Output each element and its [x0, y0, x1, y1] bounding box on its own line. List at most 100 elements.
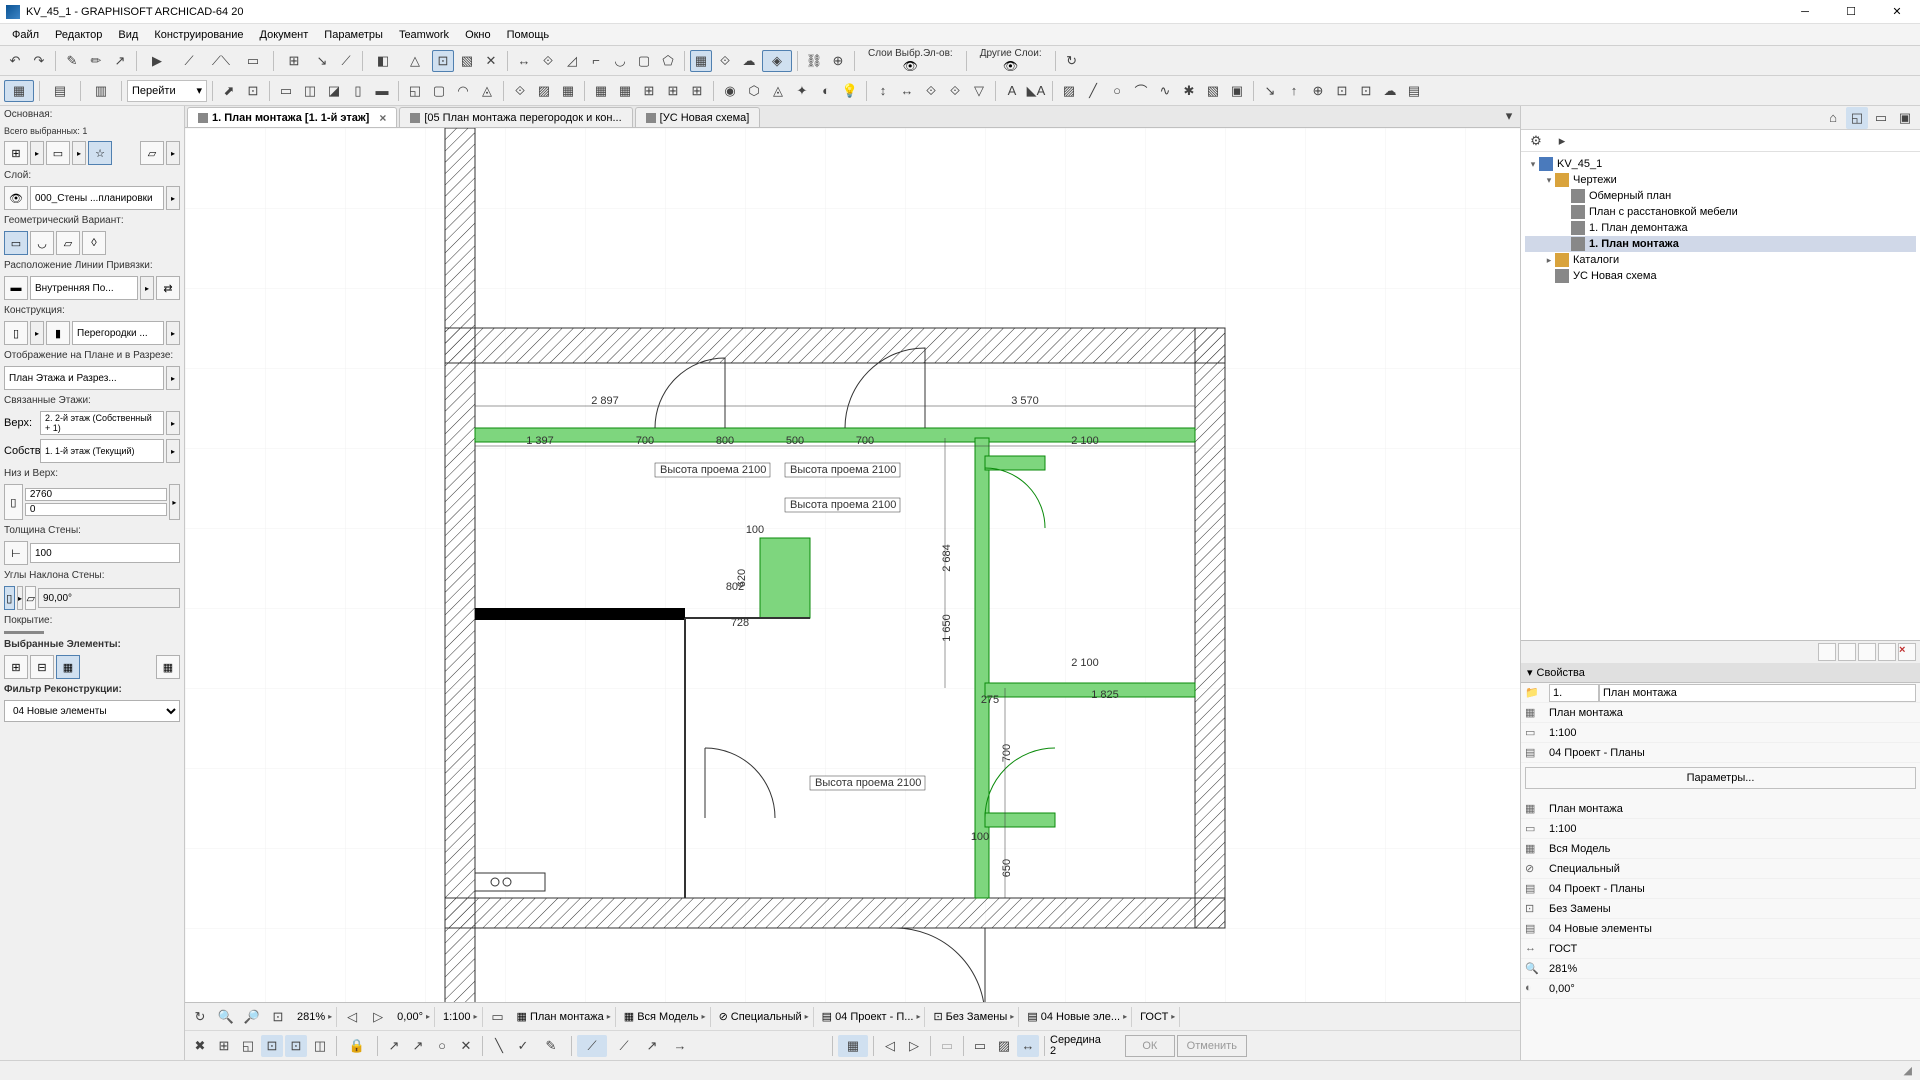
height-icon[interactable]: ▯	[4, 484, 23, 520]
lamp2-icon[interactable]: 💡	[839, 80, 861, 102]
undo-icon[interactable]: ↶	[4, 50, 26, 72]
section2-icon[interactable]: ↘	[1259, 80, 1281, 102]
construction-dropdown[interactable]: Перегородки ...	[72, 321, 164, 345]
ie-icon[interactable]: ⊕	[1307, 80, 1329, 102]
sb-icon1[interactable]: ▭	[487, 1006, 509, 1028]
tab-us[interactable]: [УС Новая схема]	[635, 107, 761, 127]
pointer-icon[interactable]: ⬈	[218, 80, 240, 102]
tree-item[interactable]: ▾KV_45_1	[1525, 156, 1916, 172]
snap2-icon[interactable]: ⟋	[335, 50, 357, 72]
prop-btn-1[interactable]	[1818, 643, 1836, 661]
menu-window[interactable]: Окно	[457, 26, 499, 44]
menu-edit[interactable]: Редактор	[47, 26, 110, 44]
menu-file[interactable]: Файл	[4, 26, 47, 44]
tree-item[interactable]: 1. План демонтажа	[1525, 220, 1916, 236]
se-1[interactable]: ⊞	[4, 655, 28, 679]
ruler-icon[interactable]: ⟐	[537, 50, 559, 72]
align-2[interactable]: ▭	[969, 1035, 991, 1057]
tab-plan-montazh[interactable]: 1. План монтажа [1. 1-й этаж] ×	[187, 107, 397, 127]
snap-mid[interactable]: ⟋	[577, 1035, 607, 1057]
level-icon[interactable]: ▽	[968, 80, 990, 102]
detail-icon[interactable]: ✕	[480, 50, 502, 72]
menu-design[interactable]: Конструирование	[146, 26, 251, 44]
figure-icon[interactable]: ▧	[1202, 80, 1224, 102]
eye2-icon[interactable]: 👁	[976, 59, 1046, 73]
refline-dropdown[interactable]: Внутренняя По...	[30, 276, 138, 300]
layer-icon[interactable]: ▦	[690, 50, 712, 72]
input-mode1[interactable]: ▦	[838, 1035, 868, 1057]
favorite-button[interactable]: ☆	[88, 141, 112, 165]
tree-item[interactable]: 1. План монтажа	[1525, 236, 1916, 252]
label-icon[interactable]: ◣A	[1025, 80, 1047, 102]
tree-item[interactable]: Обмерный план	[1525, 188, 1916, 204]
angle-arrow[interactable]: ▸	[17, 586, 24, 610]
const-basic[interactable]: ▯	[4, 321, 28, 345]
layer-arrow[interactable]: ▸	[166, 186, 180, 210]
const-composite[interactable]: ▮	[46, 321, 70, 345]
snap-ext[interactable]: →	[665, 1035, 695, 1057]
filter-icon[interactable]: ◈	[762, 50, 792, 72]
view2-icon[interactable]: ▤	[45, 80, 75, 102]
beam-icon[interactable]: ▬	[371, 80, 393, 102]
prop-close-icon[interactable]: ×	[1898, 643, 1916, 661]
refline-arrow[interactable]: ▸	[140, 276, 154, 300]
eye-icon[interactable]: 👁	[864, 59, 957, 73]
tree-item[interactable]: ▸Каталоги	[1525, 252, 1916, 268]
chair-icon[interactable]: ⬡	[743, 80, 765, 102]
input-prev[interactable]: ◁	[879, 1035, 901, 1057]
ok-button[interactable]: ОК	[1125, 1035, 1175, 1057]
marquee-icon[interactable]: ⊡	[242, 80, 264, 102]
dim4-icon[interactable]: ⟐	[944, 80, 966, 102]
fit-icon[interactable]: ⊡	[267, 1006, 289, 1028]
maximize-button[interactable]: ☐	[1828, 0, 1874, 24]
tree-item[interactable]: ▾Чертежи	[1525, 172, 1916, 188]
se-2[interactable]: ⊟	[30, 655, 54, 679]
tab-menu[interactable]: ▾	[1498, 105, 1520, 127]
redo-icon[interactable]: ↷	[28, 50, 50, 72]
nav-expand-icon[interactable]: ▸	[1551, 130, 1573, 152]
menu-teamwork[interactable]: Teamwork	[391, 26, 457, 44]
thickness-icon[interactable]: ⊢	[4, 541, 28, 565]
drawing-icon[interactable]: ▣	[1226, 80, 1248, 102]
elev-icon[interactable]: ↑	[1283, 80, 1305, 102]
parameters-button[interactable]: Параметры...	[1525, 767, 1916, 789]
const-arrow[interactable]: ▸	[30, 321, 44, 345]
prop-name-input[interactable]	[1599, 684, 1916, 702]
corner-icon[interactable]: ⌐	[585, 50, 607, 72]
snap-grid-icon[interactable]: ⊞	[213, 1035, 235, 1057]
refline-flip[interactable]: ⇄	[156, 276, 180, 300]
geom-poly[interactable]: ◊	[82, 231, 106, 255]
menu-help[interactable]: Помощь	[499, 26, 558, 44]
menu-view[interactable]: Вид	[110, 26, 146, 44]
resize-grip-icon[interactable]: ◢	[1904, 1064, 1912, 1077]
nav-settings-icon[interactable]: ⚙	[1525, 130, 1547, 152]
height-top-input[interactable]	[25, 488, 167, 501]
line-tool[interactable]: ⟋	[174, 50, 204, 72]
guide-2[interactable]: ↗	[407, 1035, 429, 1057]
arrow-tool[interactable]: ▶	[142, 50, 172, 72]
view-icon[interactable]: △	[400, 50, 430, 72]
rect-arrow[interactable]: ▸	[166, 141, 180, 165]
door-icon[interactable]: ◫	[299, 80, 321, 102]
measure-icon[interactable]: ↔	[513, 50, 535, 72]
close-button[interactable]: ✕	[1874, 0, 1920, 24]
dim1-icon[interactable]: ↕	[872, 80, 894, 102]
prop-btn-3[interactable]	[1858, 643, 1876, 661]
multi-tool[interactable]: ⟋⟍	[206, 50, 236, 72]
guide-4[interactable]: ✕	[455, 1035, 477, 1057]
detail2-icon[interactable]: ⊡	[1331, 80, 1353, 102]
grid2-icon[interactable]: ⊞	[638, 80, 660, 102]
guide-3[interactable]: ○	[431, 1035, 453, 1057]
align-1[interactable]: ▭	[936, 1035, 958, 1057]
grid4-icon[interactable]: ⊞	[686, 80, 708, 102]
drawing-canvas[interactable]: 2 897 3 570 1 397 700 800 500 700 2 100 …	[185, 128, 1520, 1002]
slab-icon[interactable]: ◱	[404, 80, 426, 102]
se-4[interactable]: ▦	[156, 655, 180, 679]
display-arrow[interactable]: ▸	[166, 366, 180, 390]
refline-icon[interactable]: ▬	[4, 276, 28, 300]
snap-cross-icon[interactable]: ✖	[189, 1035, 211, 1057]
prop-btn-4[interactable]	[1878, 643, 1896, 661]
inject-icon[interactable]: ✏	[85, 50, 107, 72]
rect2-icon[interactable]: ▢	[633, 50, 655, 72]
obj3-icon[interactable]: ✦	[791, 80, 813, 102]
